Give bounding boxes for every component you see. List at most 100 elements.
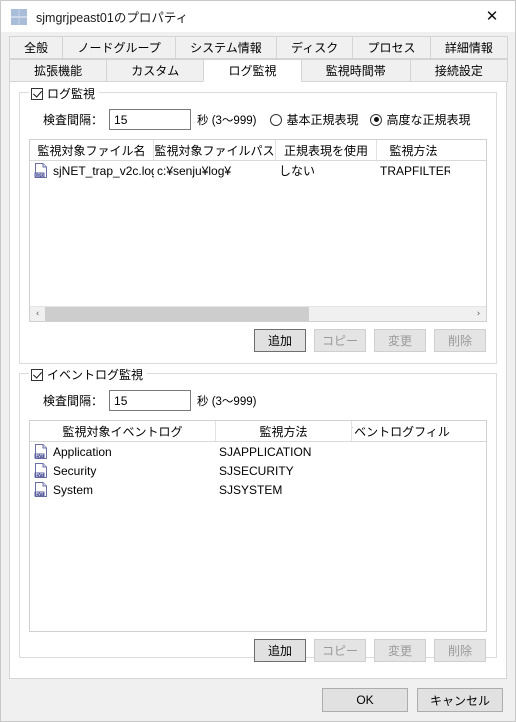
log-monitor-group: ログ監視 検査間隔： 15 秒 (3〜999) 基本正規表現 高度な正規表現 監…	[19, 85, 497, 364]
tab-panel-log-monitor: ログ監視 検査間隔： 15 秒 (3〜999) 基本正規表現 高度な正規表現 監…	[9, 82, 507, 679]
properties-icon	[11, 8, 27, 25]
window-title: sjmgrjpeast01のプロパティ	[36, 11, 189, 25]
radio-basic-regex-indicator[interactable]	[270, 113, 283, 126]
event-log-header-row: 監視対象イベントログ 監視方法 イベントログフィル...	[30, 421, 486, 442]
close-icon[interactable]: ✕	[469, 1, 515, 32]
radio-advanced-regex-label: 高度な正規表現	[386, 113, 471, 127]
tab-custom[interactable]: カスタム	[106, 59, 205, 82]
table-row[interactable]: EVT System SJSYSTEM	[30, 480, 486, 499]
tab-monitor-timeframe[interactable]: 監視時間帯	[300, 59, 411, 82]
event-log-monitor-checkbox[interactable]	[31, 368, 43, 381]
ok-button[interactable]: OK	[322, 688, 408, 712]
event-log-interval-input[interactable]: 15	[109, 390, 192, 411]
radio-basic-regex[interactable]: 基本正規表現	[270, 111, 358, 128]
dialog-footer: OK キャンセル	[1, 679, 515, 721]
cell-event-method: SJAPPLICATION	[219, 444, 312, 459]
event-log-listview[interactable]: 監視対象イベントログ 監視方法 イベントログフィル... E	[29, 420, 487, 632]
event-log-icon: EVT	[34, 482, 48, 497]
log-monitor-interval-label: 検査間隔：	[43, 113, 104, 127]
event-log-interval-unit: 秒 (3〜999)	[197, 395, 257, 408]
svg-text:EVT: EVT	[36, 473, 44, 478]
table-row[interactable]: EVT Application SJAPPLICATION	[30, 442, 486, 461]
tab-system-info[interactable]: システム情報	[174, 36, 277, 59]
log-file-icon: LOG	[34, 163, 48, 178]
cell-file-name: LOG sjNET_trap_v2c.log	[30, 163, 154, 178]
log-monitor-rows: LOG sjNET_trap_v2c.log c:¥senju¥log¥ しない…	[30, 161, 486, 306]
event-log-icon: EVT	[34, 463, 48, 478]
tab-row-2: 拡張機能 カスタム ログ監視 監視時間帯 接続設定	[9, 59, 509, 82]
event-log-monitor-group: イベントログ監視 検査間隔： 15 秒 (3〜999) 監視対象イベントログ 監…	[19, 366, 497, 662]
cell-file-path: c:¥senju¥log¥	[157, 163, 232, 178]
log-monitor-legend[interactable]: ログ監視	[29, 85, 100, 102]
event-add-button[interactable]: 追加	[254, 639, 306, 662]
cell-event-log: EVT Security	[30, 463, 216, 478]
column-header-event-method[interactable]: 監視方法	[216, 421, 352, 441]
event-log-icon: EVT	[34, 444, 48, 459]
horizontal-scrollbar[interactable]: ‹ ›	[30, 306, 486, 321]
cancel-button[interactable]: キャンセル	[417, 688, 503, 712]
cell-event-log: EVT Application	[30, 444, 216, 459]
tab-general[interactable]: 全般	[9, 36, 64, 59]
tab-extensions[interactable]: 拡張機能	[9, 59, 108, 82]
tab-log-monitor[interactable]: ログ監視	[203, 59, 302, 82]
log-edit-button[interactable]: 変更	[374, 329, 426, 352]
svg-text:EVT: EVT	[36, 492, 44, 497]
column-header-file-name[interactable]: 監視対象ファイル名	[30, 140, 154, 160]
event-copy-button[interactable]: コピー	[314, 639, 366, 662]
event-delete-button[interactable]: 削除	[434, 639, 486, 662]
log-add-button[interactable]: 追加	[254, 329, 306, 352]
log-monitor-header-row: 監視対象ファイル名 監視対象ファイルパス 正規表現を使用 監視方法	[30, 140, 486, 161]
cell-file-name-text: sjNET_trap_v2c.log	[53, 163, 154, 178]
column-header-use-regex[interactable]: 正規表現を使用	[276, 140, 377, 160]
table-row[interactable]: LOG sjNET_trap_v2c.log c:¥senju¥log¥ しない…	[30, 161, 486, 180]
tab-process[interactable]: プロセス	[352, 36, 431, 59]
log-monitor-interval-row: 検査間隔： 15 秒 (3〜999) 基本正規表現 高度な正規表現	[43, 109, 487, 130]
tab-strip: 全般 ノードグループ システム情報 ディスク プロセス 詳細情報 拡張機能 カス…	[1, 32, 515, 82]
log-monitor-interval-input[interactable]: 15	[109, 109, 192, 130]
event-log-monitor-legend-label: イベントログ監視	[47, 368, 144, 382]
scroll-left-icon[interactable]: ‹	[30, 307, 45, 322]
event-log-interval-label: 検査間隔：	[43, 394, 104, 408]
cell-event-log: EVT System	[30, 482, 216, 497]
tab-connection-settings[interactable]: 接続設定	[409, 59, 509, 82]
log-monitor-listview[interactable]: 監視対象ファイル名 監視対象ファイルパス 正規表現を使用 監視方法 LOG sj…	[29, 139, 487, 322]
title-bar: sjmgrjpeast01のプロパティ ✕	[1, 1, 515, 32]
radio-basic-regex-label: 基本正規表現	[286, 113, 359, 127]
svg-text:EVT: EVT	[36, 454, 44, 459]
column-header-method[interactable]: 監視方法	[377, 140, 450, 160]
log-monitor-button-row: 追加 コピー 変更 削除	[29, 329, 487, 352]
properties-dialog: sjmgrjpeast01のプロパティ ✕ 全般 ノードグループ システム情報 …	[0, 0, 516, 722]
radio-advanced-regex[interactable]: 高度な正規表現	[370, 111, 470, 128]
tab-disk[interactable]: ディスク	[275, 36, 354, 59]
log-copy-button[interactable]: コピー	[314, 329, 366, 352]
column-header-event-log[interactable]: 監視対象イベントログ	[30, 421, 216, 441]
cell-use-regex: しない	[279, 164, 316, 178]
log-delete-button[interactable]: 削除	[434, 329, 486, 352]
table-row[interactable]: EVT Security SJSECURITY	[30, 461, 486, 480]
radio-advanced-regex-indicator[interactable]	[370, 113, 383, 126]
log-monitor-legend-label: ログ監視	[47, 87, 96, 101]
log-monitor-checkbox[interactable]	[31, 87, 43, 100]
log-monitor-interval-unit: 秒 (3〜999)	[197, 114, 257, 127]
column-header-file-path[interactable]: 監視対象ファイルパス	[154, 140, 276, 160]
cell-event-method: SJSECURITY	[219, 463, 294, 478]
event-log-rows: EVT Application SJAPPLICATION EVT Securi…	[30, 442, 486, 631]
tab-detail-info[interactable]: 詳細情報	[429, 36, 509, 59]
cell-event-log-text: Application	[53, 444, 112, 459]
cell-event-method: SJSYSTEM	[219, 482, 283, 497]
tab-row-1: 全般 ノードグループ システム情報 ディスク プロセス 詳細情報	[9, 36, 509, 59]
event-edit-button[interactable]: 変更	[374, 639, 426, 662]
cell-event-log-text: Security	[53, 463, 97, 478]
tab-node-group[interactable]: ノードグループ	[62, 36, 176, 59]
regex-mode-radio-group: 基本正規表現 高度な正規表現	[270, 111, 482, 128]
event-log-monitor-legend[interactable]: イベントログ監視	[29, 366, 148, 383]
column-header-event-filter[interactable]: イベントログフィル...	[352, 421, 450, 441]
svg-text:LOG: LOG	[35, 173, 43, 178]
scroll-right-icon[interactable]: ›	[471, 307, 486, 322]
event-log-interval-row: 検査間隔： 15 秒 (3〜999)	[43, 390, 487, 411]
scrollbar-track[interactable]	[45, 306, 471, 321]
cell-event-log-text: System	[53, 482, 94, 497]
event-log-button-row: 追加 コピー 変更 削除	[29, 639, 487, 662]
scrollbar-thumb[interactable]	[45, 306, 310, 321]
cell-method: TRAPFILTER	[380, 163, 450, 178]
